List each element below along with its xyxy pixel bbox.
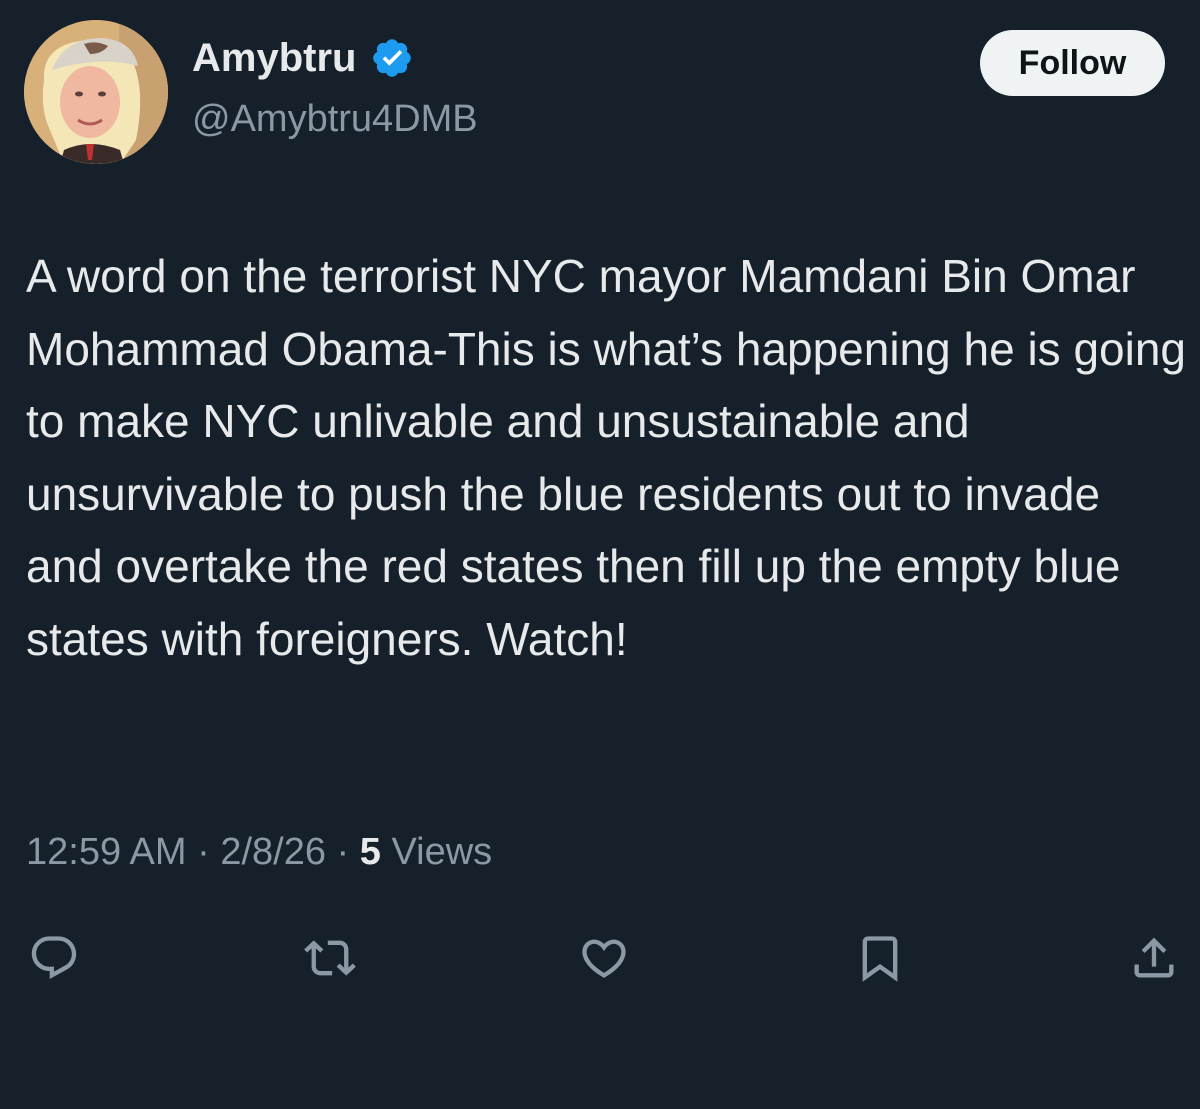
tweet-date[interactable]: 2/8/26 (220, 831, 326, 873)
action-bar (0, 926, 1200, 990)
like-icon (582, 939, 626, 978)
meta-separator: · (326, 831, 360, 873)
reply-icon (31, 936, 77, 980)
follow-button[interactable]: Follow (980, 30, 1165, 96)
like-button[interactable] (572, 926, 636, 990)
tweet-text: A word on the terrorist NYC mayor Mamdan… (26, 250, 1186, 665)
tweet-meta: 12:59 AM · 2/8/26 · 5 Views (26, 830, 492, 874)
author-name-row: Amybtru (192, 36, 414, 80)
views-label: Views (380, 831, 493, 873)
meta-separator: · (186, 831, 221, 873)
retweet-button[interactable] (298, 926, 362, 990)
views-count: 5 (359, 831, 381, 873)
verified-badge-icon (373, 39, 412, 77)
avatar-image (24, 20, 168, 164)
tweet-time[interactable]: 12:59 AM (26, 831, 187, 873)
author-handle[interactable]: @Amybtru4DMB (192, 100, 478, 138)
avatar[interactable] (24, 20, 168, 164)
bookmark-icon (862, 936, 898, 982)
reply-button[interactable] (22, 926, 86, 990)
share-icon (1134, 937, 1174, 978)
retweet-icon (304, 940, 356, 976)
bookmark-button[interactable] (848, 926, 912, 990)
share-button[interactable] (1122, 926, 1186, 990)
author-display-name[interactable]: Amybtru (192, 38, 356, 78)
